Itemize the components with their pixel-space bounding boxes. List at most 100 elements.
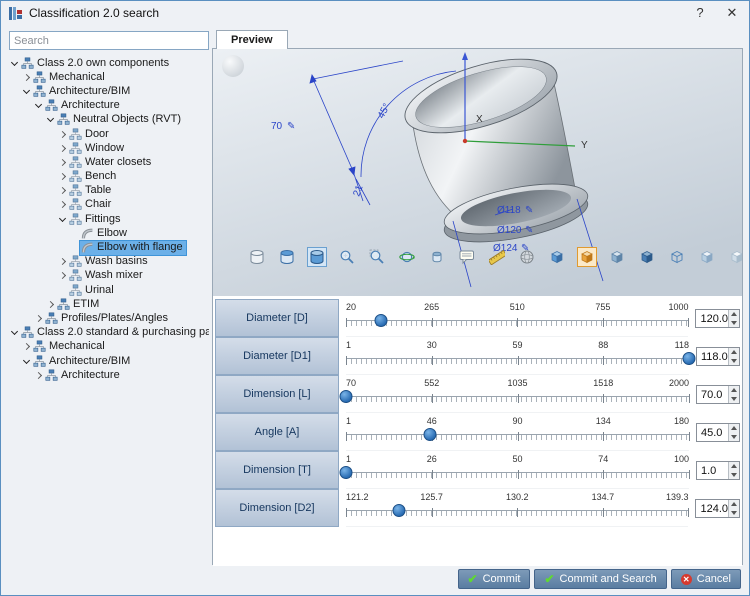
measure-icon[interactable] (487, 247, 507, 267)
expander-expanded-icon[interactable] (57, 214, 68, 225)
zoom-in-icon[interactable] (337, 247, 357, 267)
cylinder-small-icon[interactable] (427, 247, 447, 267)
expander-collapsed-icon[interactable] (21, 341, 32, 352)
mesh-sphere-icon[interactable] (517, 247, 537, 267)
value-input[interactable]: 45.0 (696, 423, 740, 442)
slider-thumb[interactable] (374, 314, 387, 327)
expander-collapsed-icon[interactable] (57, 157, 68, 168)
tree-item-water-closets[interactable]: Water closets (5, 155, 209, 169)
spin-down-button[interactable] (729, 433, 739, 442)
tree-item-elbow[interactable]: Elbow (5, 226, 209, 240)
dim-length-label[interactable]: 70 (271, 121, 283, 132)
box-light-icon[interactable] (697, 247, 717, 267)
commit-button[interactable]: ✔ Commit (458, 569, 531, 589)
slider-rail[interactable] (346, 396, 689, 402)
tree-item-chair[interactable]: Chair (5, 198, 209, 212)
tree-item-architecture-bim[interactable]: Architecture/BIM (5, 354, 209, 368)
expander-expanded-icon[interactable] (21, 86, 32, 97)
tree-item-door[interactable]: Door (5, 127, 209, 141)
slider-track[interactable]: 14690134180 (346, 413, 689, 451)
box-dark-icon[interactable] (637, 247, 657, 267)
spin-down-button[interactable] (729, 319, 739, 328)
expander-expanded-icon[interactable] (33, 100, 44, 111)
value-input[interactable]: 70.0 (696, 385, 740, 404)
slider-rail[interactable] (346, 472, 689, 478)
tree-item-bench[interactable]: Bench (5, 170, 209, 184)
value-input[interactable]: 1.0 (696, 461, 740, 480)
slider-rail[interactable] (346, 320, 688, 326)
tree-item-wash-basins[interactable]: Wash basins (5, 255, 209, 269)
expander-expanded-icon[interactable] (21, 356, 32, 367)
slider-track[interactable]: 202655107551000 (346, 299, 688, 337)
spin-up-button[interactable] (729, 310, 739, 319)
tree-item-neutral-objects-rvt[interactable]: Neutral Objects (RVT) (5, 113, 209, 127)
slider-thumb[interactable] (340, 466, 353, 479)
value-input[interactable]: 124.0 (695, 499, 740, 518)
slider-thumb[interactable] (683, 352, 696, 365)
tree-item-profiles-plates-angles[interactable]: Profiles/Plates/Angles (5, 311, 209, 325)
expander-collapsed-icon[interactable] (57, 129, 68, 140)
slider-track[interactable]: 70552103515182000 (346, 375, 689, 413)
slider-thumb[interactable] (340, 390, 353, 403)
slider-rail[interactable] (346, 434, 689, 440)
value-input[interactable]: 120.0 (695, 309, 740, 328)
spin-down-button[interactable] (729, 395, 739, 404)
commit-and-search-button[interactable]: ✔ Commit and Search (534, 569, 666, 589)
slider-track[interactable]: 1265074100 (346, 451, 689, 489)
slider-thumb[interactable] (424, 428, 437, 441)
dim-length-edit-icon[interactable]: ✎ (287, 121, 295, 132)
cancel-button[interactable]: ✕ Cancel (671, 569, 741, 589)
expander-collapsed-icon[interactable] (57, 270, 68, 281)
tree-item-class-2-0-standard-purchasing-parts[interactable]: Class 2.0 standard & purchasing parts (5, 326, 209, 340)
tree-item-window[interactable]: Window (5, 141, 209, 155)
tree-item-elbow-with-flange[interactable]: Elbow with flange (5, 240, 209, 254)
spin-up-button[interactable] (729, 424, 739, 433)
expander-collapsed-icon[interactable] (33, 313, 44, 324)
tree-item-mechanical[interactable]: Mechanical (5, 70, 209, 84)
spin-up-button[interactable] (729, 500, 739, 509)
cylinder-outline-icon[interactable] (247, 247, 267, 267)
expander-collapsed-icon[interactable] (33, 370, 44, 381)
spin-down-button[interactable] (729, 471, 739, 480)
nav-sphere[interactable] (222, 55, 244, 77)
expander-collapsed-icon[interactable] (57, 143, 68, 154)
tree-item-table[interactable]: Table (5, 184, 209, 198)
slider-track[interactable]: 121.2125.7130.2134.7139.3 (346, 489, 688, 527)
orbit-view-icon[interactable] (397, 247, 417, 267)
expander-collapsed-icon[interactable] (45, 299, 56, 310)
slider-thumb[interactable] (393, 504, 406, 517)
spin-up-button[interactable] (729, 386, 739, 395)
expander-collapsed-icon[interactable] (57, 199, 68, 210)
tree-item-wash-mixer[interactable]: Wash mixer (5, 269, 209, 283)
search-input[interactable] (9, 31, 209, 50)
box-pale-icon[interactable] (727, 247, 742, 267)
box-blue-icon[interactable] (547, 247, 567, 267)
expander-expanded-icon[interactable] (9, 58, 20, 69)
expander-collapsed-icon[interactable] (21, 72, 32, 83)
zoom-window-icon[interactable] (367, 247, 387, 267)
tree-item-mechanical[interactable]: Mechanical (5, 340, 209, 354)
tree-item-etim[interactable]: ETIM (5, 297, 209, 311)
dim-d1-edit-icon[interactable]: ✎ (525, 205, 533, 216)
expander-expanded-icon[interactable] (9, 327, 20, 338)
expander-collapsed-icon[interactable] (57, 256, 68, 267)
tab-preview[interactable]: Preview (216, 30, 288, 49)
tree-item-urinal[interactable]: Urinal (5, 283, 209, 297)
preview-3d-viewport[interactable]: X Y 70 ✎ (213, 49, 742, 296)
dim-d1-label[interactable]: Ø118 (497, 205, 521, 216)
spin-down-button[interactable] (729, 357, 739, 366)
spin-down-button[interactable] (729, 509, 739, 518)
box-wire-icon[interactable] (667, 247, 687, 267)
dim-d-label[interactable]: Ø120 (497, 225, 522, 236)
value-input[interactable]: 118.0 (696, 347, 740, 366)
spin-up-button[interactable] (729, 462, 739, 471)
annotation-icon[interactable] (457, 247, 477, 267)
tree-item-architecture-bim[interactable]: Architecture/BIM (5, 84, 209, 98)
close-button[interactable]: ✕ (717, 1, 747, 24)
box-orange-icon[interactable] (577, 247, 597, 267)
slider-track[interactable]: 1305988118 (346, 337, 689, 375)
slider-rail[interactable] (346, 358, 689, 364)
tree-item-class-2-0-own-components[interactable]: Class 2.0 own components (5, 56, 209, 70)
expander-collapsed-icon[interactable] (57, 185, 68, 196)
dim-d-edit-icon[interactable]: ✎ (525, 225, 533, 236)
